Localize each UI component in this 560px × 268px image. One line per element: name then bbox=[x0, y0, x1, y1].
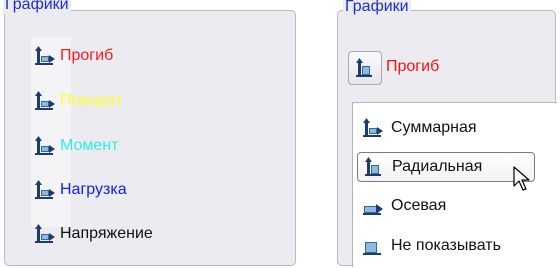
menu-item-label: Не показывать bbox=[391, 237, 501, 254]
hide-icon bbox=[363, 242, 381, 255]
menu-item-label: Радиальная bbox=[392, 158, 483, 175]
graphs-panel-right: Графики Прогиб Суммарная Радиальная Осев… bbox=[337, 0, 557, 267]
menu-item-label: Осевая bbox=[391, 197, 447, 214]
deflection-icon bbox=[35, 180, 55, 199]
graph-item-stress[interactable]: Напряжение bbox=[33, 222, 153, 246]
deflection-icon bbox=[35, 136, 55, 155]
combo-label: Прогиб bbox=[386, 58, 440, 75]
radial-icon bbox=[365, 157, 381, 176]
deflection-icon bbox=[35, 224, 55, 243]
menu-item-summary[interactable]: Суммарная bbox=[357, 113, 552, 143]
deflection-icon bbox=[35, 91, 55, 110]
graph-item-label: Момент bbox=[60, 137, 119, 154]
graph-item-label: Напряжение bbox=[60, 225, 153, 242]
radial-icon bbox=[356, 58, 372, 77]
deflection-icon bbox=[35, 46, 55, 65]
graph-item-rotation[interactable]: Поворот bbox=[33, 89, 122, 113]
panel-title: Графики bbox=[343, 0, 411, 16]
graphs-panel-left: Графики Прогиб Поворот Момент Нагрузка Н… bbox=[3, 0, 296, 266]
menu-item-radial[interactable]: Радиальная bbox=[357, 152, 535, 182]
mouse-cursor-icon bbox=[513, 166, 530, 191]
axial-icon bbox=[363, 204, 383, 215]
graph-type-dropdown-button[interactable] bbox=[348, 51, 382, 85]
summary-icon bbox=[363, 118, 383, 137]
menu-item-label: Суммарная bbox=[391, 119, 477, 136]
graph-item-load[interactable]: Нагрузка bbox=[33, 178, 127, 202]
graph-item-deflection[interactable]: Прогиб bbox=[33, 44, 113, 68]
menu-item-axial[interactable]: Осевая bbox=[357, 191, 552, 221]
graph-item-label: Поворот bbox=[60, 92, 123, 109]
panel-title: Графики bbox=[3, 0, 71, 14]
graph-item-label: Прогиб bbox=[60, 47, 114, 64]
menu-item-hide[interactable]: Не показывать bbox=[357, 231, 552, 261]
graph-item-label: Нагрузка bbox=[60, 181, 127, 198]
graph-item-moment[interactable]: Момент bbox=[33, 134, 118, 158]
